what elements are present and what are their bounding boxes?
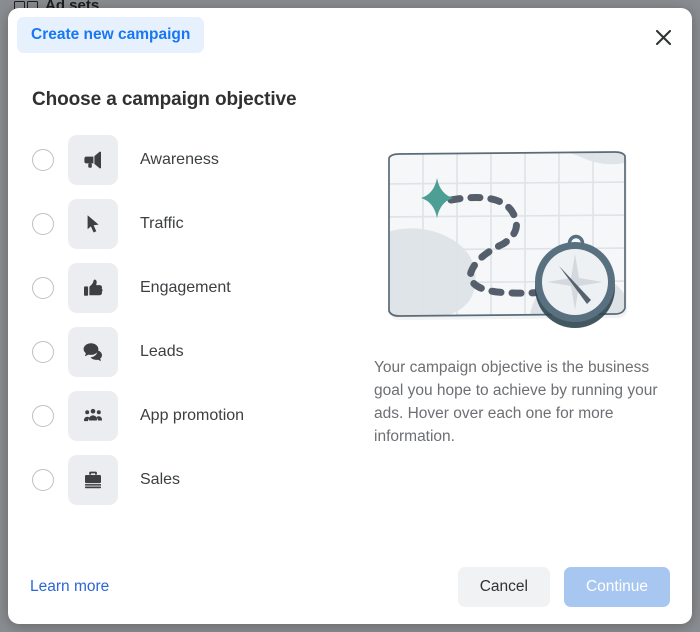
speech-bubbles-icon <box>81 340 105 364</box>
megaphone-icon <box>81 148 105 172</box>
objective-icon-tile <box>68 327 118 377</box>
objective-icon-tile <box>68 199 118 249</box>
page-title: Choose a campaign objective <box>32 89 668 111</box>
radio-engagement[interactable] <box>32 277 54 299</box>
radio-sales[interactable] <box>32 469 54 491</box>
objective-label: Awareness <box>140 151 219 169</box>
briefcase-icon <box>81 468 105 492</box>
objective-icon-tile <box>68 263 118 313</box>
create-new-campaign-tab[interactable]: Create new campaign <box>17 17 204 53</box>
continue-button[interactable]: Continue <box>564 567 670 607</box>
objective-option-engagement[interactable]: Engagement <box>32 256 362 320</box>
objective-label: Leads <box>140 343 184 361</box>
objective-option-app-promotion[interactable]: App promotion <box>32 384 362 448</box>
close-button[interactable] <box>646 20 680 54</box>
cursor-icon <box>81 212 105 236</box>
objective-list: Awareness Traffic <box>32 128 362 512</box>
modal-footer: Learn more Cancel Continue <box>8 550 692 624</box>
radio-app-promotion[interactable] <box>32 405 54 427</box>
objective-info-panel: Your campaign objective is the business … <box>362 128 668 512</box>
objective-icon-tile <box>68 391 118 441</box>
objective-option-leads[interactable]: Leads <box>32 320 362 384</box>
objective-icon-tile <box>68 455 118 505</box>
objective-label: Engagement <box>140 279 231 297</box>
map-with-compass-illustration <box>379 136 659 336</box>
modal-header: Create new campaign <box>8 8 692 70</box>
objective-label: Sales <box>140 471 180 489</box>
objective-option-sales[interactable]: Sales <box>32 448 362 512</box>
objective-label: Traffic <box>140 215 184 233</box>
thumbs-up-icon <box>81 276 105 300</box>
objective-option-traffic[interactable]: Traffic <box>32 192 362 256</box>
learn-more-link[interactable]: Learn more <box>30 578 109 596</box>
objective-description: Your campaign objective is the business … <box>374 356 666 448</box>
modal-body: Choose a campaign objective Awareness <box>8 70 692 550</box>
close-icon <box>655 29 672 46</box>
radio-traffic[interactable] <box>32 213 54 235</box>
create-campaign-modal: Create new campaign Choose a campaign ob… <box>8 8 692 624</box>
cancel-button[interactable]: Cancel <box>458 567 550 607</box>
objective-icon-tile <box>68 135 118 185</box>
objective-label: App promotion <box>140 407 244 425</box>
radio-awareness[interactable] <box>32 149 54 171</box>
people-group-icon <box>81 404 105 428</box>
footer-actions: Cancel Continue <box>458 567 670 607</box>
radio-leads[interactable] <box>32 341 54 363</box>
objective-option-awareness[interactable]: Awareness <box>32 128 362 192</box>
